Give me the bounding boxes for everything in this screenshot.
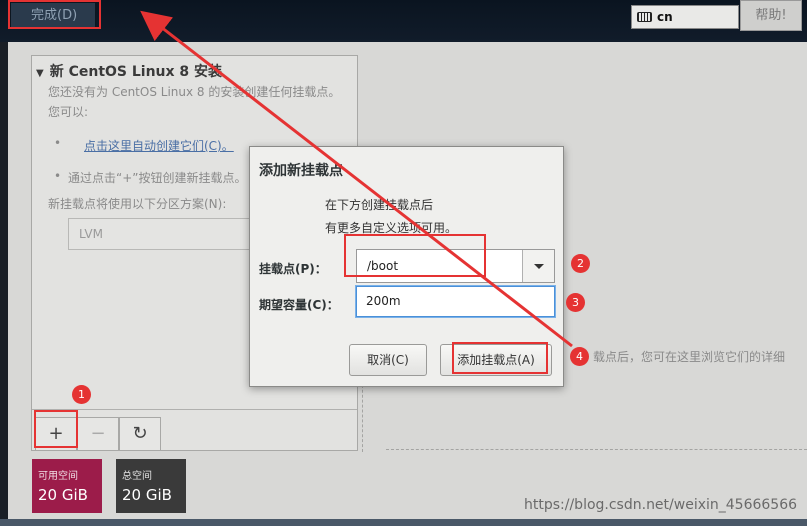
step-badge-2: 2 (571, 254, 590, 273)
mount-point-highlight (344, 234, 486, 277)
step-badge-3: 3 (566, 293, 585, 312)
step-badge-4: 4 (570, 347, 589, 366)
add-button-highlight (452, 342, 548, 374)
step-badge-1: 1 (72, 385, 91, 404)
plus-button-highlight (34, 410, 78, 448)
done-button-highlight (8, 0, 101, 29)
